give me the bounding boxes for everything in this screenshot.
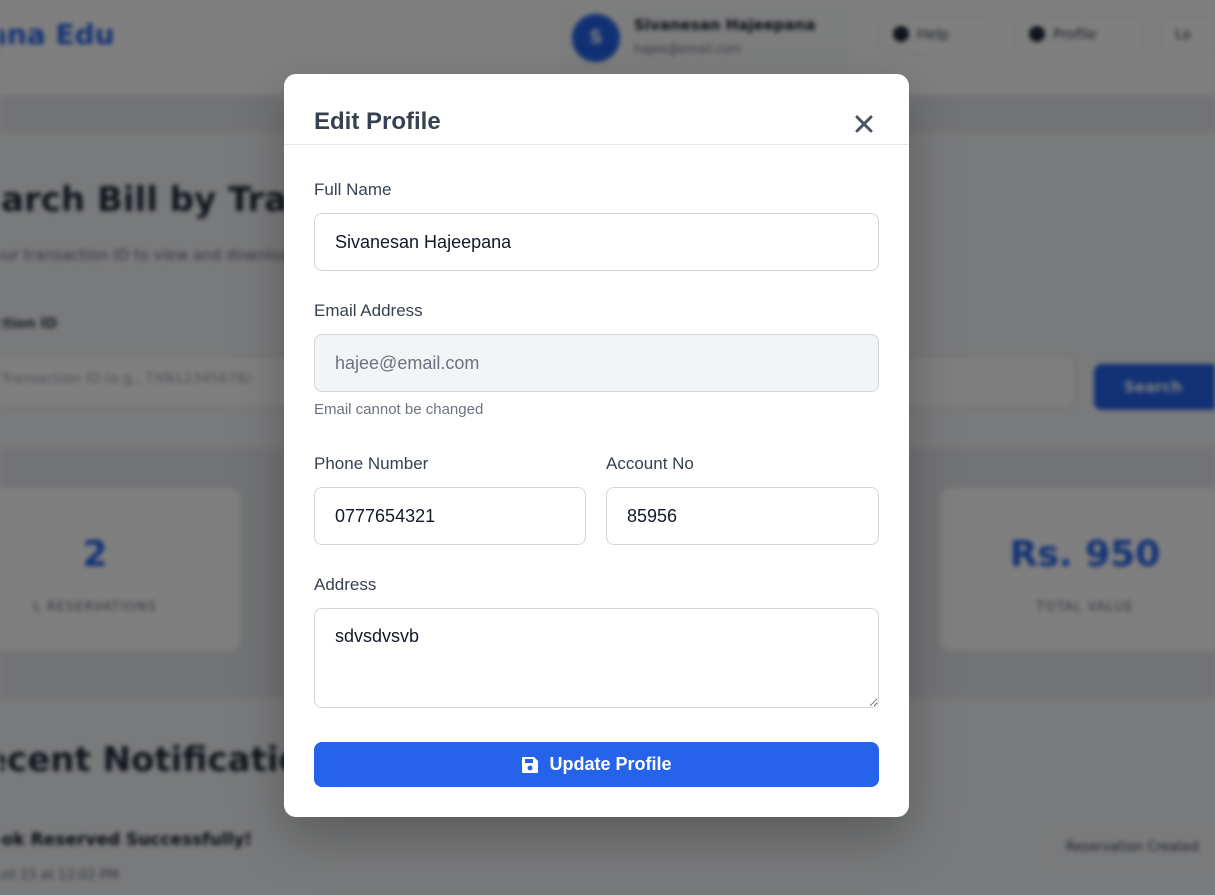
modal-title: Edit Profile — [314, 108, 441, 135]
phone-label: Phone Number — [314, 454, 429, 473]
address-field[interactable]: sdvsdvsvb — [314, 608, 879, 708]
phone-field[interactable] — [314, 487, 586, 545]
full-name-field[interactable] — [314, 213, 879, 271]
update-profile-button[interactable]: Update Profile — [314, 742, 879, 787]
edit-profile-modal: Edit Profile Full Name Email Address Ema… — [284, 74, 909, 817]
account-label: Account No — [606, 454, 694, 473]
address-label: Address — [314, 575, 377, 594]
email-field — [314, 334, 879, 392]
update-profile-label: Update Profile — [549, 754, 672, 774]
email-label: Email Address — [314, 301, 423, 320]
full-name-label: Full Name — [314, 180, 392, 199]
save-icon — [522, 756, 539, 773]
close-icon — [855, 115, 873, 133]
close-button[interactable] — [848, 110, 880, 138]
modal-header: Edit Profile — [284, 74, 909, 145]
email-hint: Email cannot be changed — [314, 401, 484, 418]
account-field[interactable] — [606, 487, 879, 545]
